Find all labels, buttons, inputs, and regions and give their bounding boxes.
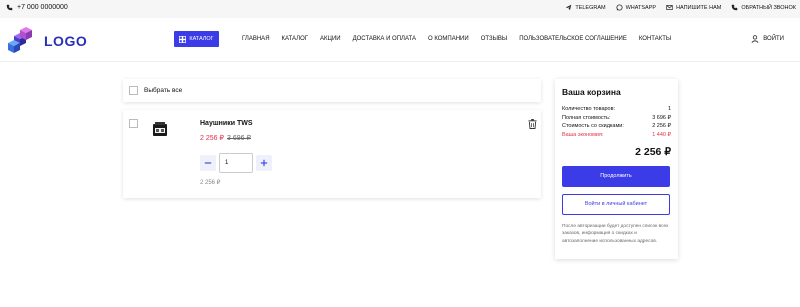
phone-number: +7 000 0000000 [17, 4, 68, 11]
minus-icon [204, 162, 212, 164]
login-account-button[interactable]: Войти в личный кабинет [562, 193, 670, 215]
summary-label: Стоимость со скидками: [562, 123, 624, 130]
nav-item-catalog[interactable]: КАТАЛОГ [282, 36, 308, 42]
nav-item-home[interactable]: ГЛАВНАЯ [242, 36, 270, 42]
callback-link[interactable]: ОБРАТНЫЙ ЗВОНОК [731, 4, 796, 11]
nav-item-promotions[interactable]: АКЦИИ [320, 36, 341, 42]
item-subtotal: 2 256 ₽ [200, 180, 221, 186]
summary-value: 1 440 ₽ [652, 131, 671, 138]
summary-label: Ваша экономия: [562, 131, 604, 138]
product-name[interactable]: Наушники TWS [200, 120, 253, 127]
summary-total: 2 256 ₽ [635, 145, 671, 158]
grid-icon [179, 35, 187, 43]
summary-title: Ваша корзина [562, 87, 621, 97]
increment-button[interactable] [256, 155, 272, 171]
nav-item-delivery[interactable]: ДОСТАВКА И ОПЛАТА [353, 36, 416, 42]
catalog-label: КАТАЛОГ [189, 36, 214, 42]
telegram-icon [566, 4, 572, 11]
callback-label: ОБРАТНЫЙ ЗВОНОК [741, 4, 796, 11]
nav-item-about[interactable]: О КОМПАНИИ [428, 36, 469, 42]
telegram-link[interactable]: TELEGRAM [565, 4, 606, 11]
logo[interactable]: LOGO [6, 26, 87, 56]
item-checkbox[interactable] [129, 119, 138, 128]
logo-text: LOGO [44, 33, 88, 49]
summary-row-full-price: Полная стоимость: 3 696 ₽ [562, 115, 671, 121]
summary-label: Количество товаров: [562, 106, 616, 112]
summary-value: 2 256 ₽ [652, 123, 671, 130]
trash-icon[interactable] [528, 119, 537, 129]
auth-note: После авторизации будет доступен список … [562, 223, 669, 244]
mail-icon [666, 5, 673, 10]
summary-row-savings: Ваша экономия: 1 440 ₽ [562, 132, 671, 138]
plus-icon [260, 159, 268, 167]
whatsapp-icon [616, 4, 623, 11]
write-us-link[interactable]: НАПИШИТЕ НАМ [666, 4, 721, 11]
summary-value: 3 696 ₽ [652, 114, 671, 121]
phone-icon [6, 4, 13, 11]
summary-label: Полная стоимость: [562, 114, 611, 121]
decrement-button[interactable] [200, 155, 216, 171]
login-label: ВОЙТИ [763, 36, 784, 42]
product-image[interactable] [151, 120, 169, 140]
nav-item-contacts[interactable]: КОНТАКТЫ [639, 36, 671, 42]
header-phone[interactable]: +7 000 0000000 [6, 4, 68, 11]
user-icon [751, 35, 759, 43]
quantity-input[interactable]: 1 [219, 153, 253, 173]
telegram-label: TELEGRAM [575, 4, 606, 11]
product-price: 2 256 ₽ [200, 135, 224, 142]
summary-row-discounted: Стоимость со скидками: 2 256 ₽ [562, 123, 671, 129]
whatsapp-label: WHATSAPP [625, 4, 657, 11]
whatsapp-link[interactable]: WHATSAPP [616, 4, 656, 11]
product-old-price: 3 696 ₽ [227, 135, 251, 142]
summary-value: 1 [667, 106, 671, 112]
main-nav: ГЛАВНАЯ КАТАЛОГ АКЦИИ ДОСТАВКА И ОПЛАТА … [242, 36, 671, 42]
quantity-stepper: 1 [200, 153, 272, 173]
main-header: LOGO КАТАЛОГ ГЛАВНАЯ КАТАЛОГ АКЦИИ ДОСТА… [0, 18, 800, 62]
continue-button[interactable]: Продолжить [562, 165, 670, 187]
top-links: TELEGRAM WHATSAPP НАПИШИТЕ НАМ ОБРАТНЫЙ … [565, 4, 796, 11]
cart-summary: Ваша корзина Количество товаров: 1 Полна… [555, 79, 678, 259]
cart-item: Наушники TWS 2 256 ₽ 3 696 ₽ 1 2 256 ₽ [123, 110, 541, 198]
select-all-label[interactable]: Выбрать все [144, 87, 182, 94]
phone-callback-icon [732, 4, 738, 11]
select-all-bar: Выбрать все [123, 79, 541, 102]
nav-item-reviews[interactable]: ОТЗЫВЫ [481, 36, 508, 42]
summary-row-count: Количество товаров: 1 [562, 106, 671, 112]
top-bar: +7 000 0000000 TELEGRAM WHATSAPP НАПИШИТ… [0, 0, 800, 18]
write-us-label: НАПИШИТЕ НАМ [676, 4, 722, 11]
select-all-checkbox[interactable] [129, 86, 138, 95]
login-link[interactable]: ВОЙТИ [751, 35, 784, 43]
nav-item-agreement[interactable]: ПОЛЬЗОВАТЕЛЬСКОЕ СОГЛАШЕНИЕ [519, 36, 627, 42]
catalog-button[interactable]: КАТАЛОГ [174, 31, 219, 47]
logo-cubes-icon [8, 27, 32, 53]
